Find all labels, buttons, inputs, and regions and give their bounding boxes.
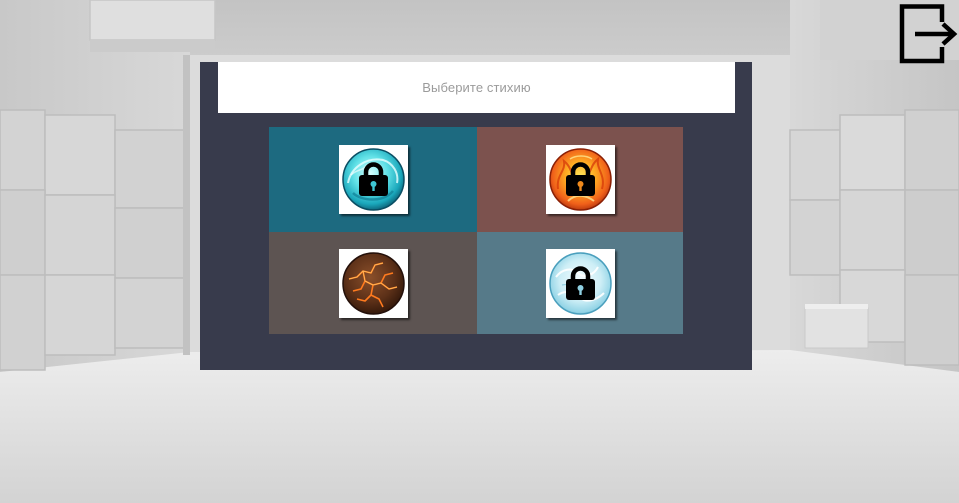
fire-orb-icon [548, 148, 612, 211]
exit-button[interactable] [897, 2, 959, 64]
icon-frame [545, 248, 615, 318]
prompt-bar: Выберите стихию [218, 62, 735, 113]
element-tile-earth[interactable] [269, 232, 477, 334]
water-orb-icon [341, 148, 405, 211]
icon-frame [545, 145, 615, 214]
icon-frame [338, 145, 408, 214]
element-grid [269, 127, 683, 334]
icon-frame [338, 248, 408, 318]
element-tile-water[interactable] [269, 127, 477, 232]
air-orb-icon [548, 251, 612, 315]
element-tile-air[interactable] [477, 232, 683, 334]
element-select-panel: Выберите стихию [200, 62, 752, 370]
earth-orb-icon [341, 251, 405, 315]
exit-icon [899, 4, 958, 64]
element-tile-fire[interactable] [477, 127, 683, 232]
prompt-text: Выберите стихию [422, 80, 531, 95]
